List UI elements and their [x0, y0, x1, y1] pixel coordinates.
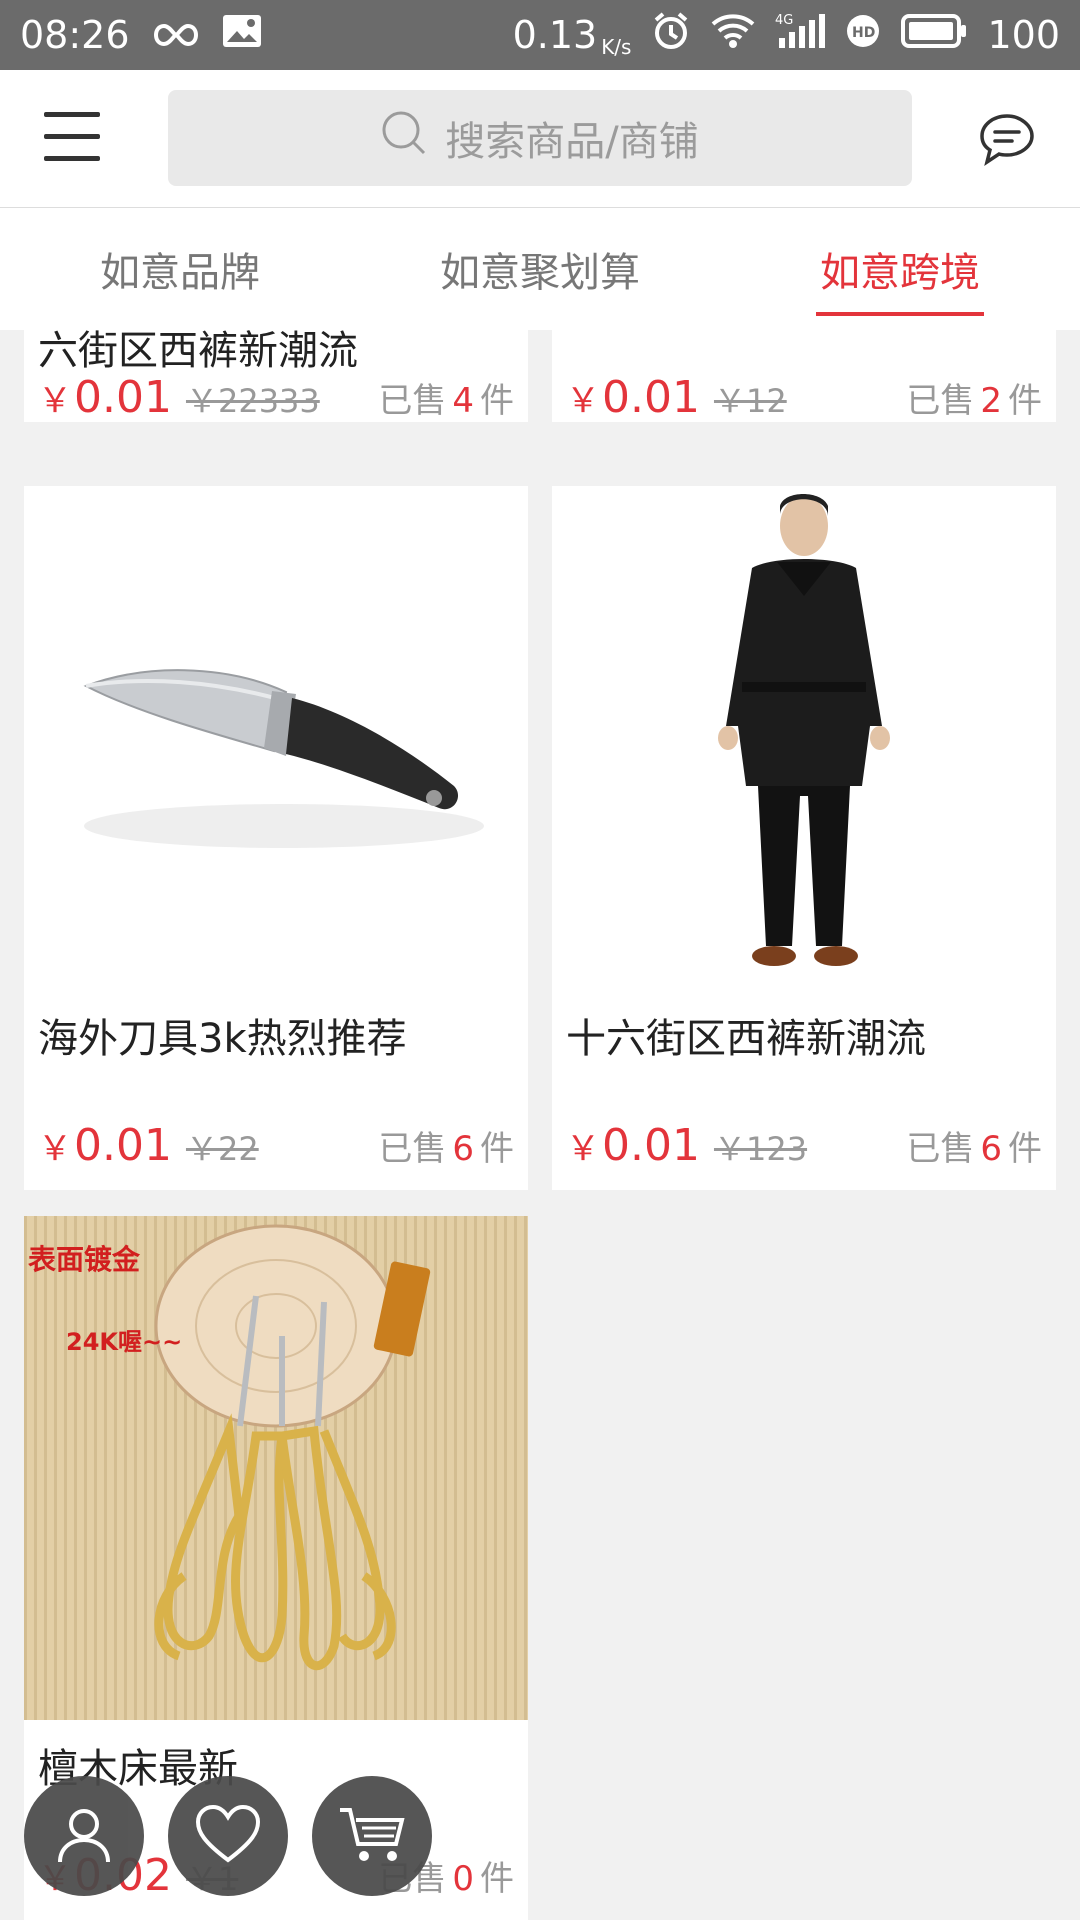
product-price: ￥0.01	[38, 372, 172, 422]
network-speed-unit: K/s	[601, 35, 632, 59]
signal-4g-icon: 4G	[775, 12, 826, 59]
sold-suffix: 件	[1008, 381, 1042, 421]
sold-number: 4	[452, 381, 474, 421]
heart-icon	[194, 1804, 262, 1868]
message-icon	[978, 114, 1036, 172]
tab-group-buy[interactable]: 如意聚划算	[360, 208, 720, 330]
price-value: 0.01	[602, 372, 700, 422]
sold-count: 已售 6 件	[906, 1121, 1042, 1170]
tab-label: 如意跨境	[820, 250, 980, 296]
product-price: ￥0.01	[566, 372, 700, 422]
price-row: ￥0.01 ￥12 已售 2 件	[566, 372, 1042, 422]
product-image-coat	[552, 486, 1056, 990]
sold-number: 6	[980, 1129, 1002, 1169]
active-tab-indicator	[816, 312, 984, 316]
battery-level: 100	[987, 13, 1060, 57]
tab-brand[interactable]: 如意品牌	[0, 208, 360, 330]
product-image-scissors: 表面镀金 24K喔~~	[24, 1216, 528, 1720]
infinity-icon	[152, 13, 200, 57]
category-tabs: 如意品牌 如意聚划算 如意跨境	[0, 208, 1080, 330]
price-value: 0.01	[602, 1120, 700, 1171]
price-value: 0.01	[74, 372, 172, 422]
sold-prefix: 已售	[906, 381, 975, 421]
status-bar: 08:26 0.13 K/s 4G HD 100	[0, 0, 1080, 70]
product-price: ￥0.01	[38, 1120, 172, 1171]
product-card[interactable]: ￥0.01 ￥12 已售 2 件	[552, 330, 1056, 422]
product-grid: 六街区西裤新潮流 ￥0.01 ￥22333 已售 4 件 ￥0.01 ￥12 已售 2…	[0, 330, 1080, 1920]
sold-suffix: 件	[480, 1129, 514, 1169]
sold-suffix: 件	[1008, 1129, 1042, 1169]
original-price: ￥12	[713, 382, 787, 420]
sold-count: 已售 4 件	[378, 373, 514, 422]
sold-number: 2	[980, 381, 1002, 421]
search-icon	[381, 110, 427, 166]
menu-button[interactable]	[44, 112, 100, 162]
battery-icon	[901, 13, 967, 57]
svg-text:4G: 4G	[775, 13, 793, 28]
search-input[interactable]: 搜索商品/商铺	[168, 90, 912, 186]
top-bar: 搜索商品/商铺	[0, 70, 1080, 208]
sold-number: 6	[452, 1129, 474, 1169]
sold-prefix: 已售	[906, 1129, 975, 1169]
favorites-button[interactable]	[168, 1776, 288, 1896]
original-price: ￥22333	[185, 382, 320, 420]
currency-symbol: ￥	[566, 1129, 600, 1169]
sold-suffix: 件	[480, 381, 514, 421]
sold-number: 0	[452, 1859, 474, 1899]
product-card[interactable]: 十六街区西裤新潮流 ￥0.01 ￥123 已售 6 件	[552, 486, 1056, 1190]
message-button[interactable]	[978, 110, 1036, 168]
svg-text:HD: HD	[852, 25, 875, 41]
alarm-icon	[651, 11, 691, 60]
hd-icon: HD	[845, 13, 881, 58]
original-price: ￥22	[185, 1130, 259, 1168]
cart-icon	[338, 1804, 406, 1868]
sold-prefix: 已售	[378, 1129, 447, 1169]
currency-symbol: ￥	[566, 381, 600, 421]
image-caption: 表面镀金	[28, 1243, 141, 1276]
network-speed: 0.13 K/s	[513, 13, 632, 57]
currency-symbol: ￥	[38, 381, 72, 421]
sold-count: 已售 6 件	[378, 1121, 514, 1170]
price-row: ￥0.01 ￥123 已售 6 件	[566, 1120, 1042, 1171]
sold-count: 已售 2 件	[906, 373, 1042, 422]
tab-label: 如意聚划算	[440, 250, 640, 296]
cart-button[interactable]	[312, 1776, 432, 1896]
user-icon	[52, 1802, 116, 1870]
network-speed-value: 0.13	[512, 13, 598, 57]
wifi-icon	[711, 13, 755, 57]
product-title: 六街区西裤新潮流	[38, 330, 358, 374]
price-row: ￥0.01 ￥22 已售 6 件	[38, 1120, 514, 1171]
product-title: 十六街区西裤新潮流	[566, 1016, 926, 1062]
product-title: 海外刀具3k热烈推荐	[38, 1016, 407, 1062]
price-row: ￥0.01 ￥22333 已售 4 件	[38, 372, 514, 422]
status-time: 08:26	[20, 13, 130, 57]
user-button[interactable]	[24, 1776, 144, 1896]
product-image-knife	[24, 486, 528, 990]
image-icon	[222, 13, 262, 57]
search-placeholder: 搜索商品/商铺	[445, 119, 699, 165]
sold-suffix: 件	[480, 1859, 514, 1899]
image-caption: 24K喔~~	[66, 1328, 183, 1356]
price-value: 0.01	[74, 1120, 172, 1171]
product-price: ￥0.01	[566, 1120, 700, 1171]
original-price: ￥123	[713, 1130, 808, 1168]
tab-label: 如意品牌	[100, 250, 260, 296]
sold-prefix: 已售	[378, 381, 447, 421]
tab-cross-border[interactable]: 如意跨境	[720, 208, 1080, 330]
currency-symbol: ￥	[38, 1129, 72, 1169]
product-card[interactable]: 海外刀具3k热烈推荐 ￥0.01 ￥22 已售 6 件	[24, 486, 528, 1190]
product-card[interactable]: 六街区西裤新潮流 ￥0.01 ￥22333 已售 4 件	[24, 330, 528, 422]
